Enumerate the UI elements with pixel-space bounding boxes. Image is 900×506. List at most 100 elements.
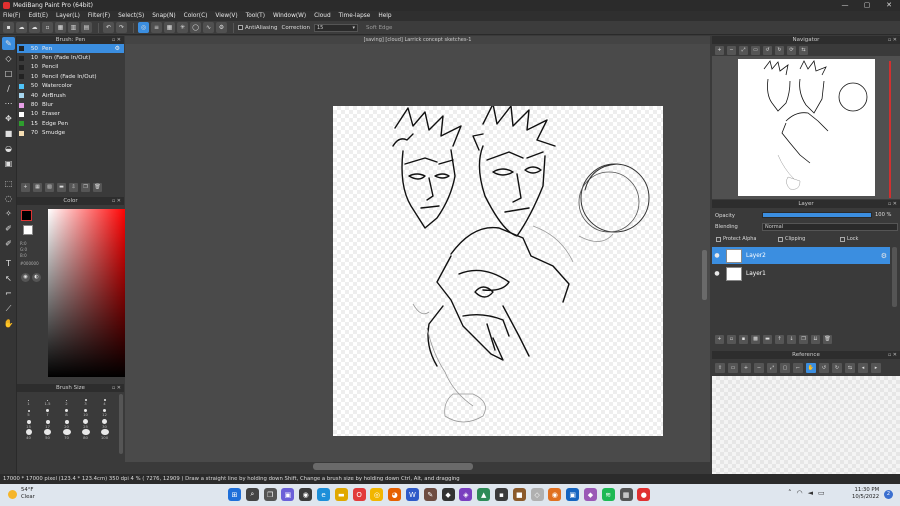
lock-checkbox[interactable]: Lock xyxy=(840,236,858,242)
brush-item[interactable]: 10 Pencil (Fade In/Out) xyxy=(17,72,124,81)
actual-size-icon[interactable]: ▢ xyxy=(780,363,790,373)
layer-row[interactable]: ● Layer2 ⚙ xyxy=(712,247,890,264)
dot-tool-icon[interactable]: ⋯ xyxy=(2,97,15,110)
brush-size-option[interactable]: 100 xyxy=(95,428,114,440)
canvas-area[interactable] xyxy=(125,44,710,462)
brush-item[interactable]: 40 AirBrush xyxy=(17,91,124,100)
operation-tool-icon[interactable]: ↖ xyxy=(2,272,15,285)
add-layer-1bit-icon[interactable]: ▪ xyxy=(739,335,748,344)
horizontal-scrollbar[interactable] xyxy=(313,463,473,470)
actual-size-icon[interactable]: ▭ xyxy=(751,45,760,55)
color-wheel-icon[interactable]: ◉ xyxy=(21,273,30,282)
hand-icon[interactable]: ✋ xyxy=(806,363,816,373)
move-down-icon[interactable]: ↓ xyxy=(787,335,796,344)
menu-select[interactable]: Select(S) xyxy=(118,13,144,19)
brush-size-option[interactable]: 12 xyxy=(95,406,114,417)
redo-icon[interactable]: ↷ xyxy=(116,22,127,33)
menu-timelapse[interactable]: Time-lapse xyxy=(339,13,371,19)
brush-item[interactable]: 10 Pencil xyxy=(17,63,124,72)
brush-size-option[interactable]: 17 xyxy=(38,417,57,429)
panel-float-icon[interactable]: ▫ ✕ xyxy=(888,351,897,359)
document-tab[interactable]: [saving] [cloud] Larrick concept sketche… xyxy=(125,36,710,44)
snap-parallel-icon[interactable]: ≡ xyxy=(151,22,162,33)
file-explorer-icon[interactable]: ▬ xyxy=(334,488,348,501)
panel-float-icon[interactable]: ▫ ✕ xyxy=(888,36,897,44)
add-halftone-layer-icon[interactable]: ▩ xyxy=(751,335,760,344)
app-icon[interactable]: ◆ xyxy=(583,488,597,501)
app-icon[interactable]: ▪ xyxy=(494,488,508,501)
rotate-left-icon[interactable]: ↺ xyxy=(819,363,829,373)
brush-size-option[interactable]: 4 xyxy=(95,394,114,406)
brush-size-option[interactable]: 70 xyxy=(57,428,76,440)
menu-color[interactable]: Color(C) xyxy=(184,13,208,19)
layer-settings-gear-icon[interactable]: ⚙ xyxy=(881,252,887,260)
grid-icon[interactable]: ▦ xyxy=(55,22,66,33)
eye-icon[interactable]: ● xyxy=(712,270,722,277)
vertical-scrollbar[interactable] xyxy=(702,250,707,300)
brush-size-option[interactable]: 1 xyxy=(19,394,38,406)
minecraft-icon[interactable]: ■ xyxy=(512,488,526,501)
duplicate-layer-icon[interactable]: ❐ xyxy=(799,335,808,344)
brush-size-option[interactable]: 1.5 xyxy=(38,394,57,406)
color-palette-icon[interactable]: ◐ xyxy=(32,273,41,282)
notification-badge[interactable]: 2 xyxy=(884,490,893,499)
capture-canvas-icon[interactable]: ▭ xyxy=(728,363,738,373)
brush-item[interactable]: 70 Smudge xyxy=(17,129,124,138)
layout-icon[interactable]: ▥ xyxy=(68,22,79,33)
protect-alpha-checkbox[interactable]: Protect Alpha xyxy=(716,236,756,242)
menu-edit[interactable]: Edit(E) xyxy=(29,13,48,19)
windows-start-icon[interactable]: ⊞ xyxy=(228,488,241,501)
lasso-tool-icon[interactable]: ◌ xyxy=(2,192,15,205)
zoom-out-icon[interactable]: − xyxy=(727,45,736,55)
background-color-swatch[interactable] xyxy=(23,225,33,235)
brush-size-option[interactable]: 40 xyxy=(19,429,38,440)
undo-icon[interactable]: ↶ xyxy=(103,22,114,33)
brush-size-option[interactable]: 50 xyxy=(38,428,57,440)
zoom-in-icon[interactable]: + xyxy=(741,363,751,373)
minimize-button[interactable]: — xyxy=(834,0,856,11)
magic-wand-tool-icon[interactable]: ✧ xyxy=(2,207,15,220)
menu-cloud[interactable]: Cloud xyxy=(314,13,331,19)
eraser-tool-icon[interactable]: ◇ xyxy=(2,52,15,65)
panel-float-icon[interactable]: ▫ ✕ xyxy=(888,200,897,208)
snap-off-icon[interactable]: ◎ xyxy=(138,22,149,33)
brush-size-scrollbar[interactable] xyxy=(119,394,123,454)
snap-radial-icon[interactable]: ✳ xyxy=(177,22,188,33)
brush-item[interactable]: 50 Pen ⚙ xyxy=(17,44,124,54)
brush-size-option[interactable]: 15 xyxy=(19,417,38,429)
move-tool-icon[interactable]: ✥ xyxy=(2,112,15,125)
flip-horizontal-icon[interactable]: ⇆ xyxy=(799,45,808,55)
fill-rect-tool-icon[interactable]: ■ xyxy=(2,127,15,140)
menu-tool[interactable]: Tool(T) xyxy=(246,13,265,19)
eye-icon[interactable]: ● xyxy=(712,252,722,259)
bucket-tool-icon[interactable]: ◒ xyxy=(2,142,15,155)
maximize-button[interactable]: ▢ xyxy=(856,0,878,11)
menu-file[interactable]: File(F) xyxy=(3,13,21,19)
chrome-icon[interactable]: ◎ xyxy=(370,488,384,501)
add-bitmap-brush-icon[interactable]: ▦ xyxy=(33,183,42,192)
widgets-icon[interactable]: ▣ xyxy=(281,488,295,501)
rotate-right-icon[interactable]: ↻ xyxy=(775,45,784,55)
eyedropper-icon[interactable]: ⌐ xyxy=(793,363,803,373)
firefox-icon[interactable]: ◕ xyxy=(388,488,402,501)
game-app-icon[interactable]: ◆ xyxy=(441,488,455,501)
add-color-layer-icon[interactable]: + xyxy=(715,335,724,344)
snap-cross-icon[interactable]: ▦ xyxy=(164,22,175,33)
next-icon[interactable]: ▸ xyxy=(871,363,881,373)
app-icon[interactable]: ◈ xyxy=(459,488,473,501)
panel-float-icon[interactable]: ▫ ✕ xyxy=(112,36,121,44)
duplicate-brush-icon[interactable]: ❐ xyxy=(81,183,90,192)
fit-window-icon[interactable]: ⤢ xyxy=(767,363,777,373)
brush-size-option[interactable]: 30 xyxy=(95,417,114,429)
pen-tool-icon[interactable]: ✎ xyxy=(2,37,15,50)
brush-size-option[interactable]: 25 xyxy=(76,417,95,429)
wifi-icon[interactable]: ◠ xyxy=(797,489,803,497)
medibang-taskbar-icon[interactable]: ▲ xyxy=(477,488,491,501)
brush-size-option[interactable]: 5 xyxy=(19,406,38,417)
panel-icon[interactable]: ▤ xyxy=(81,22,92,33)
previous-icon[interactable]: ◂ xyxy=(858,363,868,373)
flip-horizontal-icon[interactable]: ⇆ xyxy=(845,363,855,373)
brush-size-option[interactable]: 10 xyxy=(76,406,95,417)
clipping-checkbox[interactable]: Clipping xyxy=(778,236,805,242)
delete-layer-icon[interactable]: 🗑 xyxy=(823,335,832,344)
